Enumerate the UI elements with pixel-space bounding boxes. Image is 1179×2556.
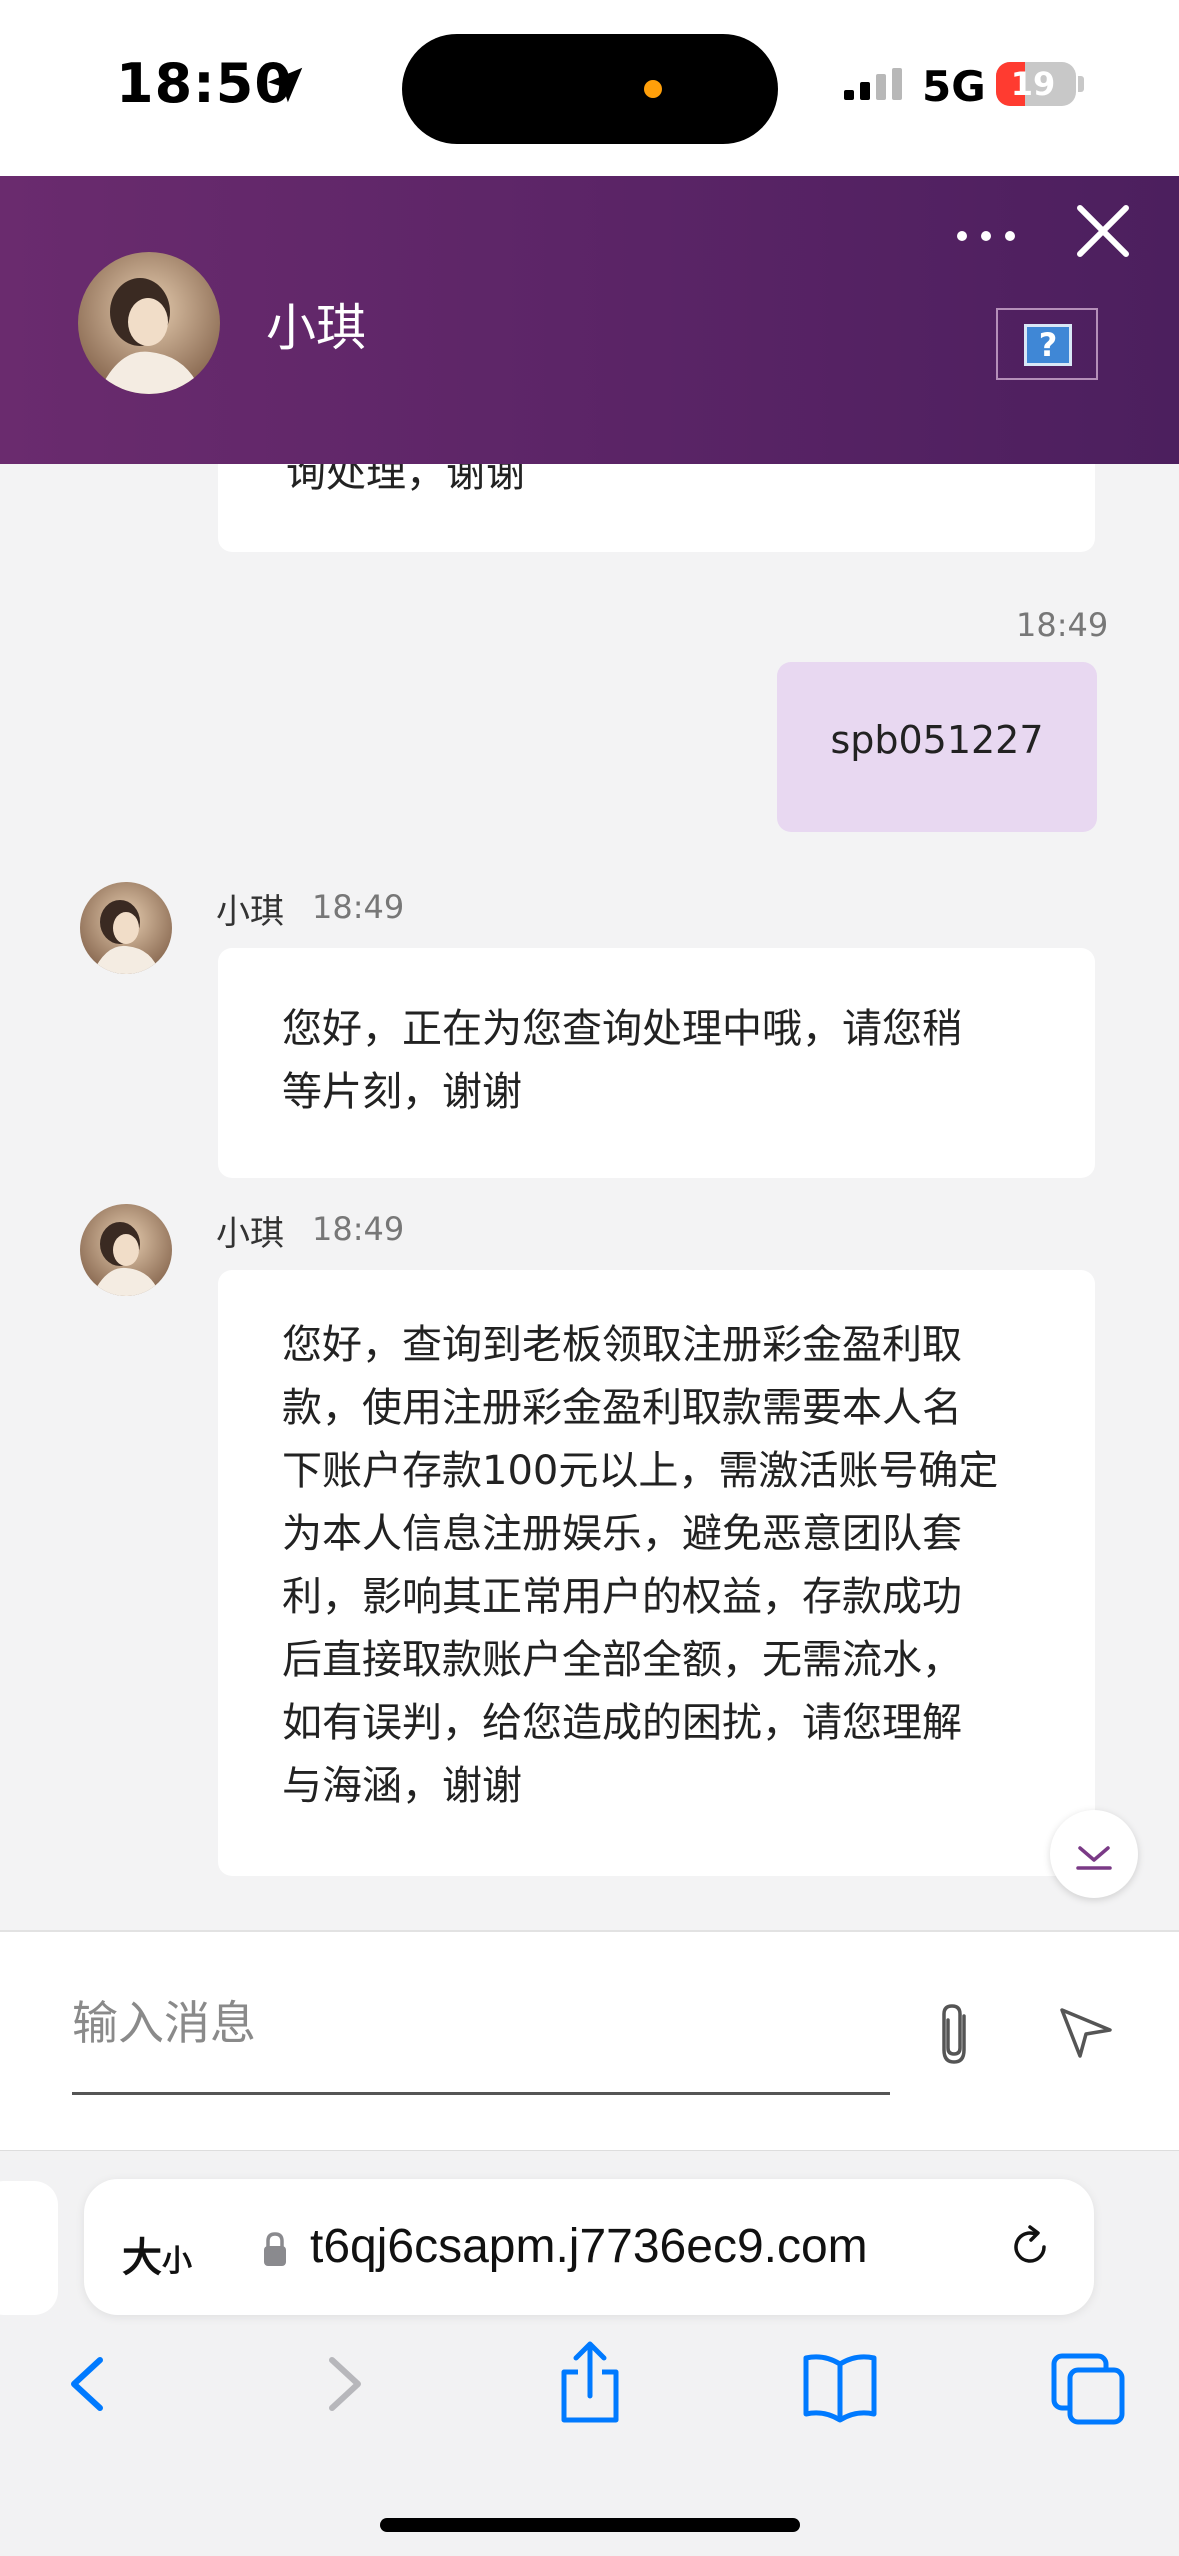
agent-avatar-small bbox=[80, 1204, 172, 1296]
message-input[interactable] bbox=[72, 1988, 890, 2058]
battery-cap bbox=[1078, 76, 1084, 92]
sender-name: 小琪 bbox=[216, 1214, 284, 1254]
message-timestamp: 18:49 bbox=[1016, 606, 1109, 644]
previous-tab-preview[interactable] bbox=[0, 2181, 58, 2315]
message-bubble-outgoing: spb051227 bbox=[777, 662, 1097, 832]
message-line: 为本人信息注册娱乐，避免恶意团队套 bbox=[282, 1511, 962, 1557]
url-text: t6qj6csapm.j7736ec9.com bbox=[310, 2220, 868, 2273]
message-line: 如有误判，给您造成的困扰，请您理解 bbox=[282, 1700, 962, 1746]
message-composer bbox=[0, 1930, 1179, 2150]
scroll-to-bottom-button[interactable] bbox=[1050, 1810, 1138, 1898]
message-line: 您好，查询到老板领取注册彩金盈利取 bbox=[282, 1322, 962, 1368]
chat-message-list[interactable]: 询处理，谢谢 18:49 spb051227 小琪 18:49 您好，正在为您查… bbox=[0, 464, 1179, 1930]
chat-header: 小琪 ? bbox=[0, 176, 1179, 464]
text-size-button[interactable]: 大小 bbox=[122, 2225, 192, 2283]
close-icon[interactable] bbox=[1074, 202, 1132, 260]
message-line: 下账户存款100元以上，需激活账号确定 bbox=[282, 1448, 999, 1494]
input-underline bbox=[72, 2092, 890, 2095]
cellular-signal-icon bbox=[844, 68, 902, 100]
chevron-down-icon bbox=[1076, 1846, 1112, 1870]
paperclip-icon[interactable] bbox=[928, 1998, 984, 2070]
message-bubble-incoming: 询处理，谢谢 bbox=[218, 464, 1095, 552]
share-icon[interactable] bbox=[550, 2338, 630, 2428]
home-indicator bbox=[380, 2518, 800, 2532]
message-line: 您好，正在为您查询处理中哦，请您稍 bbox=[282, 1006, 962, 1052]
message-line: 与海涵，谢谢 bbox=[282, 1763, 522, 1809]
message-text: 您好，查询到老板领取注册彩金盈利取 款，使用注册彩金盈利取款需要本人名 下账户存… bbox=[282, 1314, 998, 1818]
help-button[interactable]: ? bbox=[996, 308, 1098, 380]
sender-name: 小琪 bbox=[216, 892, 284, 932]
message-line: 等片刻，谢谢 bbox=[282, 1069, 522, 1115]
lock-icon bbox=[264, 2232, 286, 2266]
status-bar: 18:50 5G 19 bbox=[0, 0, 1179, 176]
text-size-label: 大 bbox=[122, 2235, 162, 2281]
text-size-label-small: 小 bbox=[162, 2244, 192, 2279]
privacy-indicator-dot bbox=[644, 80, 662, 98]
more-icon[interactable] bbox=[952, 216, 1020, 256]
agent-avatar-small bbox=[80, 882, 172, 974]
message-line: 后直接取款账户全部全额，无需流水， bbox=[282, 1637, 962, 1683]
message-text: 询处理，谢谢 bbox=[286, 464, 526, 496]
message-bubble-incoming: 您好，正在为您查询处理中哦，请您稍 等片刻，谢谢 bbox=[218, 948, 1095, 1178]
reload-icon[interactable] bbox=[1004, 2221, 1056, 2273]
bookmarks-icon[interactable] bbox=[800, 2338, 880, 2428]
address-bar[interactable]: 大小 t6qj6csapm.j7736ec9.com bbox=[84, 2179, 1094, 2315]
message-timestamp: 18:49 bbox=[312, 1210, 405, 1248]
location-arrow-icon bbox=[267, 67, 303, 103]
tabs-icon[interactable] bbox=[1048, 2338, 1128, 2428]
send-icon[interactable] bbox=[1056, 2002, 1116, 2062]
forward-icon[interactable] bbox=[302, 2338, 382, 2428]
network-type: 5G bbox=[922, 62, 986, 111]
agent-name: 小琪 bbox=[266, 299, 366, 357]
message-text: spb051227 bbox=[830, 718, 1044, 762]
agent-avatar bbox=[78, 252, 220, 394]
battery-percent: 19 bbox=[1010, 65, 1056, 103]
back-icon[interactable] bbox=[48, 2338, 128, 2428]
message-line: 利，影响其正常用户的权益，存款成功 bbox=[282, 1574, 962, 1620]
message-bubble-incoming: 您好，查询到老板领取注册彩金盈利取 款，使用注册彩金盈利取款需要本人名 下账户存… bbox=[218, 1270, 1095, 1876]
battery-icon: 19 bbox=[996, 62, 1076, 106]
message-timestamp: 18:49 bbox=[312, 888, 405, 926]
dynamic-island bbox=[402, 34, 778, 144]
message-line: 款，使用注册彩金盈利取款需要本人名 bbox=[282, 1385, 962, 1431]
help-icon: ? bbox=[1024, 324, 1072, 366]
message-text: 您好，正在为您查询处理中哦，请您稍 等片刻，谢谢 bbox=[282, 998, 962, 1124]
